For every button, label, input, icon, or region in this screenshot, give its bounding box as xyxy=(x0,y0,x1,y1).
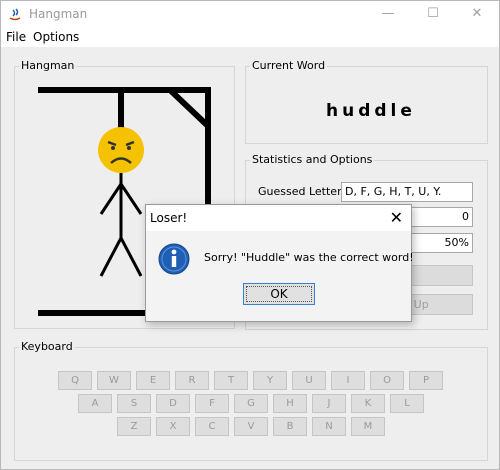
key-d: D xyxy=(156,394,190,413)
key-g: G xyxy=(234,394,268,413)
key-l: L xyxy=(390,394,424,413)
key-h: H xyxy=(273,394,307,413)
stick-body xyxy=(99,173,143,277)
current-word-panel: Current Word huddle xyxy=(245,59,488,144)
key-w: W xyxy=(97,371,131,390)
menu-options[interactable]: Options xyxy=(33,30,79,44)
ok-focus-ring xyxy=(246,286,312,302)
menu-bar: File Options xyxy=(1,29,499,47)
ok-button[interactable]: OK xyxy=(243,283,315,305)
key-c: C xyxy=(195,417,229,436)
key-k: K xyxy=(351,394,385,413)
sad-face xyxy=(98,127,144,173)
maximize-button[interactable]: ☐ xyxy=(423,5,443,23)
key-e: E xyxy=(136,371,170,390)
key-v: V xyxy=(234,417,268,436)
key-o: O xyxy=(370,371,404,390)
key-b: B xyxy=(273,417,307,436)
key-r: R xyxy=(175,371,209,390)
loser-dialog: Loser! ✕ Sorry! "Huddle" was the correct… xyxy=(145,204,414,322)
key-p: P xyxy=(409,371,443,390)
keyboard-title: Keyboard xyxy=(19,340,75,353)
key-q: Q xyxy=(58,371,92,390)
key-z: Z xyxy=(117,417,151,436)
key-i: I xyxy=(331,371,365,390)
statistics-title: Statistics and Options xyxy=(250,153,375,166)
dialog-title: Loser! xyxy=(150,211,188,225)
menu-file[interactable]: File xyxy=(6,30,26,44)
close-button[interactable]: ✕ xyxy=(467,5,487,23)
current-word: huddle xyxy=(326,101,416,121)
java-app-icon xyxy=(7,7,23,23)
key-y: Y xyxy=(253,371,287,390)
key-n: N xyxy=(312,417,346,436)
title-bar[interactable]: Hangman — ☐ ✕ xyxy=(1,1,499,29)
key-u: U xyxy=(292,371,326,390)
window-title: Hangman xyxy=(29,7,88,21)
key-t: T xyxy=(214,371,248,390)
guessed-letters-field: D, F, G, H, T, U, Y. xyxy=(341,182,473,202)
app-window: Hangman — ☐ ✕ File Options Hangman Curre… xyxy=(0,0,500,470)
info-icon xyxy=(158,243,190,275)
guessed-letters-label: Guessed Letters xyxy=(258,185,348,198)
key-j: J xyxy=(312,394,346,413)
key-f: F xyxy=(195,394,229,413)
dialog-close-button[interactable]: ✕ xyxy=(390,208,403,227)
dialog-message: Sorry! "Huddle" was the correct word! xyxy=(204,251,414,264)
key-x: X xyxy=(156,417,190,436)
key-m: M xyxy=(351,417,385,436)
dialog-title-bar[interactable]: Loser! ✕ xyxy=(146,205,411,231)
key-s: S xyxy=(117,394,151,413)
keyboard-panel: Keyboard QWERTYUIOP ASDFGHJKL ZXCVBNM xyxy=(14,340,488,461)
minimize-button[interactable]: — xyxy=(378,5,398,23)
current-word-title: Current Word xyxy=(250,59,328,72)
key-a: A xyxy=(78,394,112,413)
